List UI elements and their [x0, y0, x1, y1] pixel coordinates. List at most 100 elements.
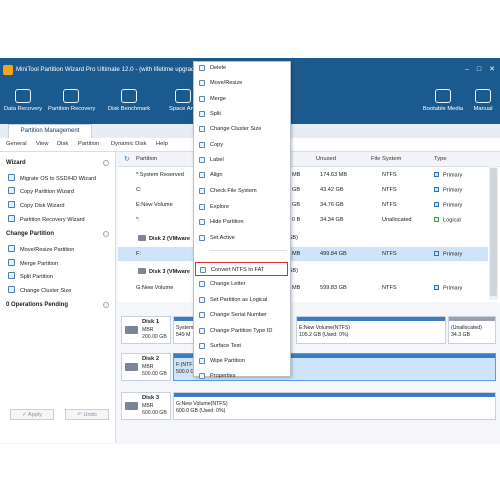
check-fs-icon — [199, 188, 205, 194]
context-menu-item-surface-test[interactable]: Surface Test — [195, 339, 288, 353]
label-icon — [199, 157, 205, 163]
disk-icon — [125, 326, 138, 334]
minimize-icon[interactable]: – — [462, 65, 472, 75]
type-id-icon — [199, 328, 205, 334]
context-menu-item-properties[interactable]: Properties — [195, 369, 288, 383]
menu-general[interactable]: General — [6, 141, 27, 147]
context-menu-item-change-letter[interactable]: Change Letter — [195, 277, 288, 291]
table-scroll-thumb[interactable] — [490, 168, 497, 296]
menu-dynamic-disk[interactable]: Dynamic Disk — [111, 141, 146, 147]
context-menu-item-split[interactable]: Split — [195, 107, 288, 121]
app-logo-icon — [3, 65, 13, 75]
sidebar-item-split[interactable]: Split Partition — [8, 272, 53, 280]
column-partition[interactable]: Partition — [136, 156, 157, 162]
undo-button[interactable]: ↶ Undo — [65, 409, 109, 420]
close-icon[interactable]: ✕ — [487, 65, 497, 75]
bootable-media-button[interactable]: Bootable Media — [420, 86, 466, 122]
cluster-size-icon — [199, 126, 205, 132]
context-menu-label: Explore — [210, 204, 229, 210]
disk-map-disk3[interactable]: Disk 3 MBR 600.00 GB — [121, 392, 171, 420]
context-menu-item-change-serial-number[interactable]: Change Serial Number — [195, 308, 288, 322]
context-menu-item-delete[interactable]: Delete — [195, 61, 288, 75]
sidebar-item-copy-partition[interactable]: Copy Partition Wizard — [8, 187, 74, 195]
context-menu-label: Change Serial Number — [210, 312, 267, 318]
context-menu-item-wipe-partition[interactable]: Wipe Partition — [195, 354, 288, 368]
column-file-system[interactable]: File System — [371, 156, 401, 162]
copy-disk-icon — [8, 201, 15, 208]
context-menu-item-explore[interactable]: Explore — [195, 200, 288, 214]
disk-map-disk2[interactable]: Disk 2 MBR 500.00 GB — [121, 353, 171, 381]
copy-partition-icon — [8, 187, 15, 194]
data-recovery-label: Data Recovery — [3, 106, 43, 112]
disk-map-disk1[interactable]: Disk 1 MBR 200.00 GB — [121, 316, 171, 344]
partition-block-e[interactable]: E:New Volume(NTFS) 105.2 GB (Used: 0%) — [296, 316, 446, 344]
manual-button[interactable]: Manual — [466, 86, 500, 122]
move-resize-partition-icon — [8, 245, 15, 252]
space-analyzer-icon — [175, 89, 191, 103]
tab-partition-management[interactable]: Partition Management — [8, 124, 92, 138]
context-menu-item-change-cluster-size[interactable]: Change Cluster Size — [195, 122, 288, 136]
context-menu-item-move-resize[interactable]: Move/Resize — [195, 76, 288, 90]
sidebar-item-migrate-os[interactable]: Migrate OS to SSD/HD Wizard — [8, 174, 96, 182]
column-type[interactable]: Type — [434, 156, 447, 162]
move-resize-icon — [199, 80, 205, 86]
context-menu-item-merge[interactable]: Merge — [195, 92, 288, 106]
context-menu-item-check-file-system[interactable]: Check File System — [195, 184, 288, 198]
collapse-change-partition-icon[interactable] — [103, 231, 109, 237]
disk-icon — [125, 363, 138, 371]
sidebar-item-copy-disk[interactable]: Copy Disk Wizard — [8, 201, 64, 209]
context-menu-item-convert-ntfs-to-fat[interactable]: Convert NTFS to FAT — [195, 262, 288, 276]
partition-block-system[interactable]: System 549 M — [173, 316, 195, 344]
context-menu-label: Split — [210, 111, 221, 117]
set-active-icon — [199, 235, 205, 241]
context-menu-item-copy[interactable]: Copy — [195, 138, 288, 152]
disk-benchmark-button[interactable]: Disk Benchmark — [106, 86, 152, 122]
context-menu-item-label[interactable]: Label — [195, 153, 288, 167]
context-menu-item-set-active[interactable]: Set Active — [195, 231, 288, 245]
partition-type-icon — [434, 217, 439, 222]
collapse-wizard-icon[interactable] — [103, 160, 109, 166]
sidebar-item-partition-recovery[interactable]: Partition Recovery Wizard — [8, 215, 85, 223]
context-menu-item-hide-partition[interactable]: Hide Partition — [195, 215, 288, 229]
wizard-section-title: Wizard — [6, 160, 26, 166]
context-menu-label: Label — [210, 157, 224, 163]
disk-benchmark-label: Disk Benchmark — [107, 106, 151, 112]
set-logical-icon — [199, 297, 205, 303]
column-unused[interactable]: Unused — [316, 156, 336, 162]
context-menu-label: Surface Test — [210, 343, 241, 349]
partition-type-icon — [434, 187, 439, 192]
context-menu-item-set-partition-as-logical[interactable]: Set Partition as Logical — [195, 293, 288, 307]
data-recovery-icon — [15, 89, 31, 103]
apply-button[interactable]: ✓ Apply — [10, 409, 54, 420]
sidebar-item-move-resize[interactable]: Move/Resize Partition — [8, 245, 74, 253]
delete-icon — [199, 65, 205, 71]
table-header: ↻ Partition Unused File System Type — [118, 152, 500, 167]
menu-view[interactable]: View — [36, 141, 48, 147]
menu-help[interactable]: Help — [156, 141, 168, 147]
partition-block-unallocated[interactable]: (Unallocated) 34.3 GB — [448, 316, 496, 344]
copy-icon — [199, 142, 205, 148]
sidebar-item-merge[interactable]: Merge Partition — [8, 259, 58, 267]
sidebar-item-change-cluster-size[interactable]: Change Cluster Size — [8, 286, 71, 294]
context-menu-label: Delete — [210, 65, 227, 71]
align-icon — [199, 172, 205, 178]
split-partition-icon — [8, 272, 15, 279]
context-menu-item-change-partition-type-id[interactable]: Change Partition Type ID — [195, 324, 288, 338]
change-partition-section-title: Change Partition — [6, 231, 55, 237]
split-icon — [199, 111, 205, 117]
context-menu-label: Convert NTFS to FAT — [211, 267, 265, 273]
context-menu-separator — [209, 250, 287, 251]
partition-block-g[interactable]: G:New Volume(NTFS) 600.0 GB (Used: 0%) — [173, 392, 496, 420]
context-menu-label: Change Letter — [210, 281, 246, 287]
menu-partition[interactable]: Partition — [78, 141, 99, 147]
context-menu-label: Change Cluster Size — [210, 126, 262, 132]
disk-icon — [125, 402, 138, 410]
partition-type-icon — [434, 251, 439, 256]
maximize-icon[interactable]: □ — [474, 65, 484, 75]
refresh-icon[interactable]: ↻ — [124, 155, 130, 163]
partition-recovery-button[interactable]: Partition Recovery — [48, 86, 95, 122]
context-menu-item-align[interactable]: Align — [195, 168, 288, 182]
menu-disk[interactable]: Disk — [57, 141, 68, 147]
collapse-pending-icon[interactable] — [103, 302, 109, 308]
data-recovery-button[interactable]: Data Recovery — [0, 86, 46, 122]
